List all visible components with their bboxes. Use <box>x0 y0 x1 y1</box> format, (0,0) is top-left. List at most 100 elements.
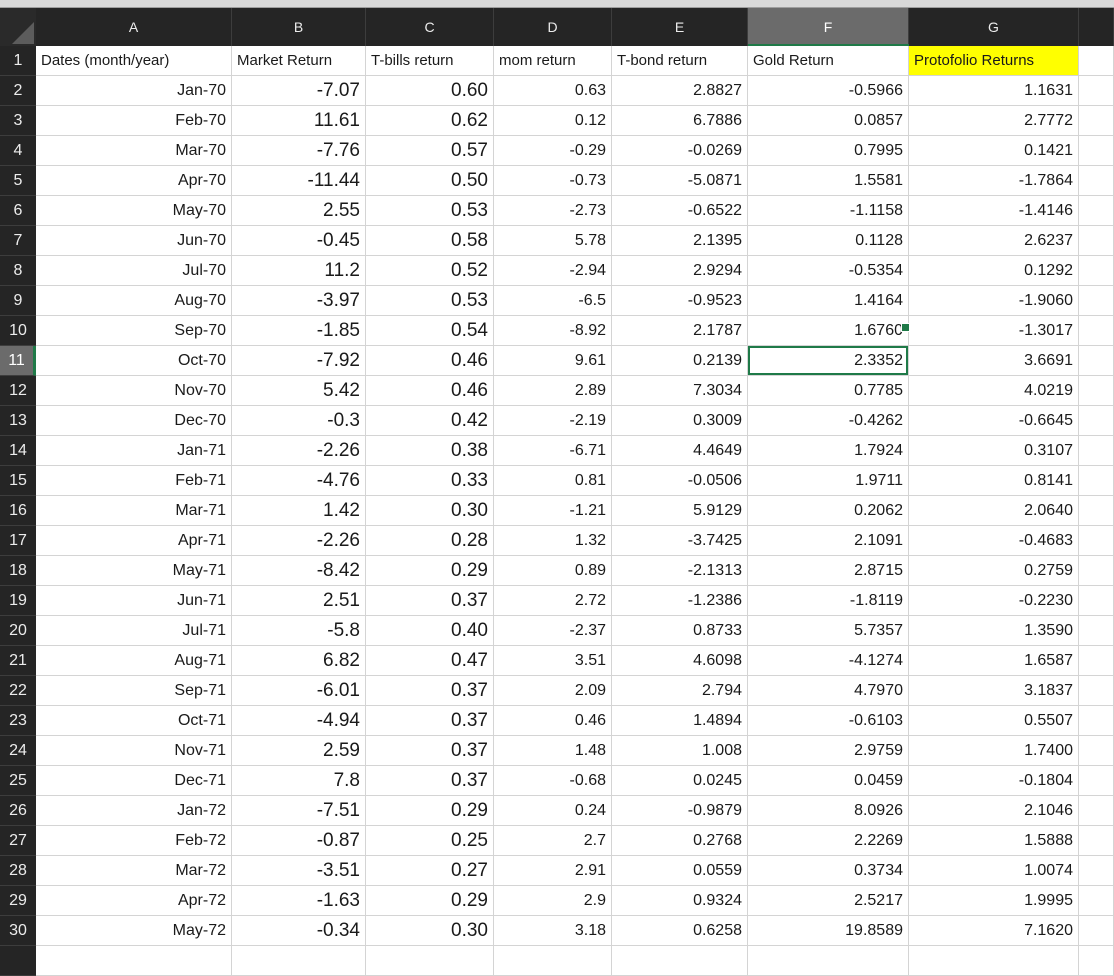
row-header[interactable]: 4 <box>0 136 36 166</box>
table-cell[interactable] <box>1079 676 1114 706</box>
table-cell[interactable]: 0.52 <box>366 256 494 286</box>
table-cell[interactable]: 1.1631 <box>909 76 1079 106</box>
table-cell[interactable]: 0.0559 <box>612 856 748 886</box>
table-cell[interactable]: 0.29 <box>366 556 494 586</box>
table-cell[interactable]: 0.63 <box>494 76 612 106</box>
table-cell[interactable]: -6.71 <box>494 436 612 466</box>
table-cell[interactable]: 0.89 <box>494 556 612 586</box>
table-cell[interactable]: -0.45 <box>232 226 366 256</box>
table-cell[interactable]: -3.97 <box>232 286 366 316</box>
row-header[interactable]: 16 <box>0 496 36 526</box>
table-cell[interactable]: Jan-71 <box>36 436 232 466</box>
table-cell[interactable]: Feb-70 <box>36 106 232 136</box>
table-cell[interactable]: 0.3009 <box>612 406 748 436</box>
row-header[interactable]: 7 <box>0 226 36 256</box>
table-cell[interactable]: -3.51 <box>232 856 366 886</box>
column-header-b[interactable]: B <box>232 8 366 46</box>
table-cell[interactable] <box>1079 586 1114 616</box>
table-cell[interactable]: 0.2759 <box>909 556 1079 586</box>
table-cell[interactable]: 0.58 <box>366 226 494 256</box>
table-cell[interactable]: 2.59 <box>232 736 366 766</box>
table-cell[interactable]: 0.0459 <box>748 766 909 796</box>
table-cell[interactable] <box>748 946 909 976</box>
table-cell[interactable]: 0.40 <box>366 616 494 646</box>
table-cell[interactable]: 1.5581 <box>748 166 909 196</box>
row-header[interactable]: 28 <box>0 856 36 886</box>
column-header-h[interactable] <box>1079 8 1114 46</box>
table-cell[interactable]: 2.9294 <box>612 256 748 286</box>
table-cell[interactable]: -0.2230 <box>909 586 1079 616</box>
table-cell[interactable]: Jan-72 <box>36 796 232 826</box>
table-cell[interactable] <box>612 946 748 976</box>
table-cell[interactable]: 0.0245 <box>612 766 748 796</box>
row-header[interactable]: 2 <box>0 76 36 106</box>
table-cell[interactable]: Sep-70 <box>36 316 232 346</box>
table-cell[interactable]: 0.53 <box>366 286 494 316</box>
row-header[interactable]: 1 <box>0 46 36 76</box>
table-cell[interactable]: 0.1292 <box>909 256 1079 286</box>
table-cell[interactable]: 0.30 <box>366 916 494 946</box>
row-header[interactable]: 11 <box>0 346 36 376</box>
column-header-g[interactable]: G <box>909 8 1079 46</box>
table-cell[interactable]: 0.29 <box>366 796 494 826</box>
table-cell[interactable]: -4.76 <box>232 466 366 496</box>
table-cell[interactable]: 19.8589 <box>748 916 909 946</box>
table-cell[interactable]: -0.5966 <box>748 76 909 106</box>
table-cell[interactable]: Dec-70 <box>36 406 232 436</box>
table-cell[interactable]: -5.8 <box>232 616 366 646</box>
table-cell[interactable]: -0.34 <box>232 916 366 946</box>
table-cell[interactable]: 0.53 <box>366 196 494 226</box>
table-cell[interactable]: -2.37 <box>494 616 612 646</box>
table-cell[interactable]: 8.0926 <box>748 796 909 826</box>
table-cell[interactable]: 0.28 <box>366 526 494 556</box>
table-cell[interactable]: 0.8141 <box>909 466 1079 496</box>
table-cell[interactable]: -4.94 <box>232 706 366 736</box>
table-cell[interactable]: 5.42 <box>232 376 366 406</box>
table-cell[interactable]: -1.7864 <box>909 166 1079 196</box>
table-cell[interactable]: 0.37 <box>366 766 494 796</box>
table-cell[interactable]: -7.51 <box>232 796 366 826</box>
table-cell[interactable] <box>1079 436 1114 466</box>
table-cell[interactable]: -1.2386 <box>612 586 748 616</box>
row-header[interactable]: 15 <box>0 466 36 496</box>
table-cell[interactable]: -6.5 <box>494 286 612 316</box>
table-cell[interactable]: 2.55 <box>232 196 366 226</box>
table-cell[interactable]: 0.24 <box>494 796 612 826</box>
table-cell[interactable] <box>1079 406 1114 436</box>
table-cell[interactable]: -0.0269 <box>612 136 748 166</box>
table-cell[interactable]: Mar-72 <box>36 856 232 886</box>
table-cell[interactable]: 0.33 <box>366 466 494 496</box>
table-cell[interactable]: 0.37 <box>366 706 494 736</box>
table-cell[interactable]: -1.8119 <box>748 586 909 616</box>
table-cell[interactable]: 0.25 <box>366 826 494 856</box>
table-cell[interactable]: 1.008 <box>612 736 748 766</box>
table-cell[interactable]: 0.9324 <box>612 886 748 916</box>
table-cell[interactable]: -0.9879 <box>612 796 748 826</box>
table-cell[interactable]: 2.09 <box>494 676 612 706</box>
column-title-cell[interactable]: Market Return <box>232 46 366 76</box>
table-cell[interactable]: -6.01 <box>232 676 366 706</box>
table-cell[interactable]: 3.18 <box>494 916 612 946</box>
column-header-f[interactable]: F <box>748 8 909 46</box>
table-cell[interactable]: -1.4146 <box>909 196 1079 226</box>
table-cell[interactable]: 1.7400 <box>909 736 1079 766</box>
table-cell[interactable]: 6.7886 <box>612 106 748 136</box>
table-cell[interactable]: -8.42 <box>232 556 366 586</box>
table-cell[interactable]: 0.46 <box>366 346 494 376</box>
table-cell[interactable]: -1.3017 <box>909 316 1079 346</box>
table-cell[interactable]: Oct-71 <box>36 706 232 736</box>
table-cell[interactable]: Oct-70 <box>36 346 232 376</box>
table-cell[interactable]: Apr-71 <box>36 526 232 556</box>
row-header[interactable]: 6 <box>0 196 36 226</box>
table-cell[interactable]: 0.37 <box>366 736 494 766</box>
table-cell[interactable]: 2.5217 <box>748 886 909 916</box>
table-cell[interactable]: 2.9759 <box>748 736 909 766</box>
table-cell[interactable]: Mar-71 <box>36 496 232 526</box>
table-cell[interactable]: Nov-71 <box>36 736 232 766</box>
table-cell[interactable] <box>1079 616 1114 646</box>
table-cell[interactable]: -0.73 <box>494 166 612 196</box>
table-cell[interactable]: 4.0219 <box>909 376 1079 406</box>
row-header[interactable]: 24 <box>0 736 36 766</box>
table-cell[interactable] <box>1079 166 1114 196</box>
table-cell[interactable] <box>1079 256 1114 286</box>
